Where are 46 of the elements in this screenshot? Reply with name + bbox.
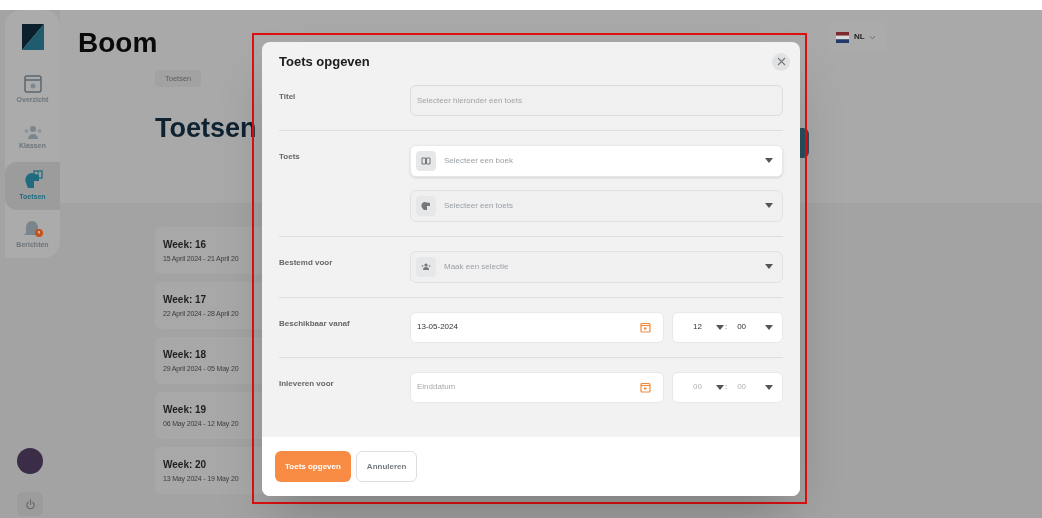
week-title: Week: 19 bbox=[163, 402, 207, 417]
minute-value: 00 bbox=[737, 321, 747, 333]
logo-icon bbox=[21, 24, 44, 50]
caret-icon bbox=[715, 324, 724, 330]
week-title: Week: 17 bbox=[163, 292, 207, 307]
close-button[interactable] bbox=[772, 52, 790, 71]
date-field[interactable]: 13-05-2024 bbox=[410, 311, 664, 343]
select-placeholder: Selecteer een boek bbox=[444, 154, 514, 167]
week-title: Week: 16 bbox=[163, 237, 207, 252]
submit-button[interactable]: Toets opgeven bbox=[275, 451, 351, 482]
caret-icon bbox=[715, 384, 724, 390]
select-placeholder: Selecteer een toets bbox=[444, 199, 514, 212]
time-separator: : bbox=[724, 381, 728, 393]
field-label: Toets bbox=[279, 150, 301, 163]
time-field[interactable]: 12 : 00 bbox=[672, 311, 783, 343]
chevron-icon bbox=[869, 35, 875, 39]
flag-icon bbox=[836, 31, 849, 43]
date-field[interactable]: Einddatum bbox=[410, 371, 664, 403]
select-dropdown[interactable]: Selecteer een boek bbox=[410, 144, 783, 177]
week-title: Week: 20 bbox=[163, 457, 207, 472]
caret-icon bbox=[765, 384, 773, 390]
field-label: Titel bbox=[279, 90, 297, 103]
calendar-icon bbox=[23, 74, 42, 93]
week-title: Week: 18 bbox=[163, 347, 207, 362]
date-value: 13-05-2024 bbox=[417, 321, 459, 333]
caret-icon bbox=[765, 324, 773, 330]
title-field[interactable]: Selecteer hieronder een toets bbox=[410, 84, 783, 116]
calendar-icon bbox=[640, 321, 651, 333]
close-icon bbox=[776, 57, 786, 67]
brand-logo-text: Boom bbox=[78, 26, 158, 60]
date-placeholder: Einddatum bbox=[417, 381, 457, 393]
field-label: Beschikbaar vanaf bbox=[279, 317, 351, 330]
cancel-button[interactable]: Annuleren bbox=[355, 451, 418, 482]
caret-icon bbox=[765, 264, 773, 269]
dialog-title: Toets opgeven bbox=[279, 53, 370, 71]
calendar-icon bbox=[640, 381, 651, 393]
hour-value: 12 bbox=[693, 321, 702, 333]
head-book-icon bbox=[22, 169, 43, 190]
select-placeholder: Maak een selectie bbox=[444, 260, 510, 273]
group-icon bbox=[22, 124, 43, 139]
field-label: Inleveren voor bbox=[279, 377, 335, 390]
power-icon bbox=[24, 498, 36, 510]
time-separator: : bbox=[724, 321, 728, 333]
hour-value: 00 bbox=[693, 381, 702, 393]
field-label: Bestemd voor bbox=[279, 256, 334, 269]
caret-icon bbox=[765, 158, 773, 163]
